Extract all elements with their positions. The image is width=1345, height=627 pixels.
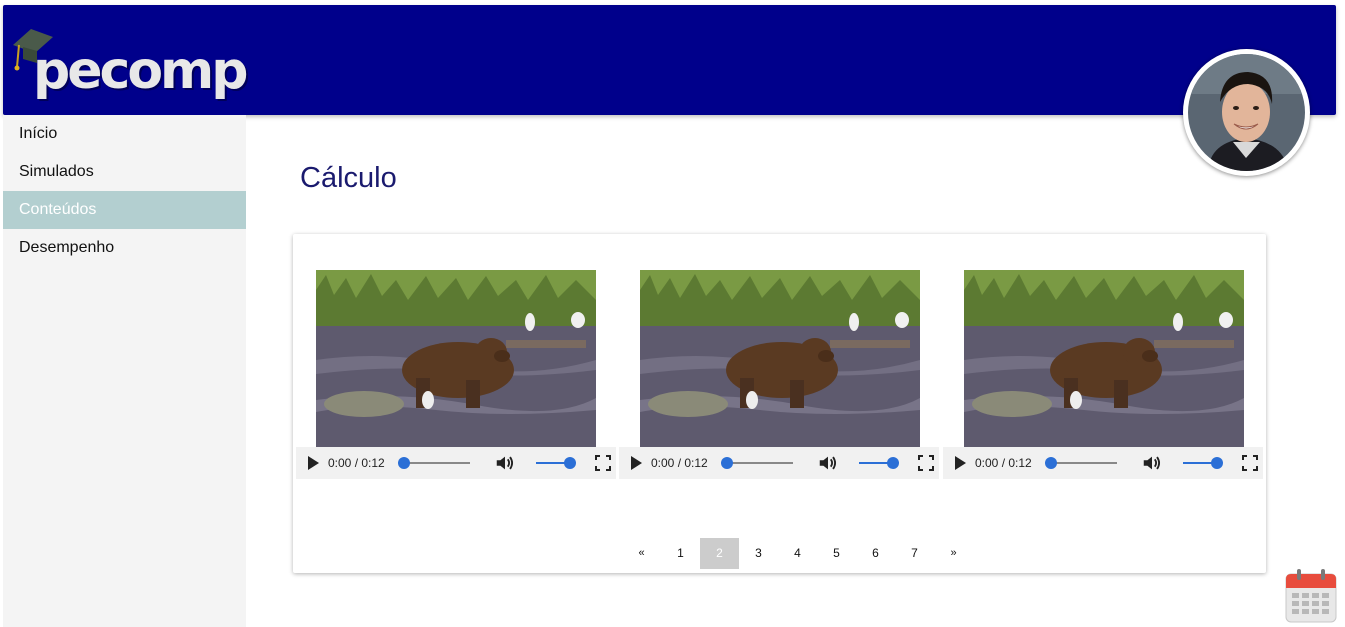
pagination-page-5[interactable]: 5 (817, 538, 856, 569)
pagination-page-3[interactable]: 3 (739, 538, 778, 569)
volume-slider[interactable] (859, 456, 899, 470)
fullscreen-icon[interactable] (1242, 455, 1258, 471)
video-thumbnail (964, 270, 1244, 447)
sidebar: Início Simulados Conteúdos Desempenho (3, 115, 246, 627)
play-icon[interactable] (308, 456, 319, 470)
video-frame[interactable] (640, 270, 920, 447)
video-time: 0:00 / 0:12 (975, 456, 1032, 470)
pagination-page-2[interactable]: 2 (700, 538, 739, 569)
sidebar-item-simulados[interactable]: Simulados (3, 153, 246, 191)
video-controls: 0:00 / 0:12 (943, 447, 1263, 479)
video-controls: 0:00 / 0:12 (296, 447, 616, 479)
play-icon[interactable] (631, 456, 642, 470)
top-header: pecomp (3, 5, 1336, 115)
video-progress-slider[interactable] (398, 456, 470, 470)
video-player[interactable]: 0:00 / 0:12 (619, 270, 939, 479)
pagination-page-7[interactable]: 7 (895, 538, 934, 569)
calendar-icon[interactable] (1284, 568, 1338, 624)
video-time: 0:00 / 0:12 (328, 456, 385, 470)
fullscreen-icon[interactable] (595, 455, 611, 471)
sidebar-item-inicio[interactable]: Início (3, 115, 246, 153)
pecomp-logo[interactable]: pecomp (9, 23, 248, 103)
video-player[interactable]: 0:00 / 0:12 (296, 270, 616, 479)
sidebar-item-conteudos[interactable]: Conteúdos (3, 191, 246, 229)
video-time: 0:00 / 0:12 (651, 456, 708, 470)
volume-slider[interactable] (1183, 456, 1223, 470)
play-icon[interactable] (955, 456, 966, 470)
pagination-page-6[interactable]: 6 (856, 538, 895, 569)
video-thumbnail (316, 270, 596, 447)
video-progress-slider[interactable] (721, 456, 793, 470)
volume-icon[interactable] (817, 452, 839, 474)
pagination-next[interactable]: » (934, 538, 973, 569)
logo-text: pecomp (33, 41, 248, 101)
fullscreen-icon[interactable] (918, 455, 934, 471)
sidebar-item-desempenho[interactable]: Desempenho (3, 229, 246, 267)
user-avatar[interactable] (1183, 49, 1310, 176)
avatar-photo (1188, 54, 1305, 171)
page-title: Cálculo (300, 162, 397, 194)
pagination-prev[interactable]: « (622, 538, 661, 569)
video-progress-slider[interactable] (1045, 456, 1117, 470)
pagination-page-4[interactable]: 4 (778, 538, 817, 569)
videos-card: 0:00 / 0:12 0:00 / 0:12 0:00 / 0:12 (293, 234, 1266, 573)
video-controls: 0:00 / 0:12 (619, 447, 939, 479)
pagination: « 1 2 3 4 5 6 7 » (293, 538, 1266, 569)
volume-icon[interactable] (494, 452, 516, 474)
volume-icon[interactable] (1141, 452, 1163, 474)
video-frame[interactable] (316, 270, 596, 447)
video-thumbnail (640, 270, 920, 447)
volume-slider[interactable] (536, 456, 576, 470)
pagination-page-1[interactable]: 1 (661, 538, 700, 569)
video-frame[interactable] (964, 270, 1244, 447)
video-player[interactable]: 0:00 / 0:12 (943, 270, 1263, 479)
